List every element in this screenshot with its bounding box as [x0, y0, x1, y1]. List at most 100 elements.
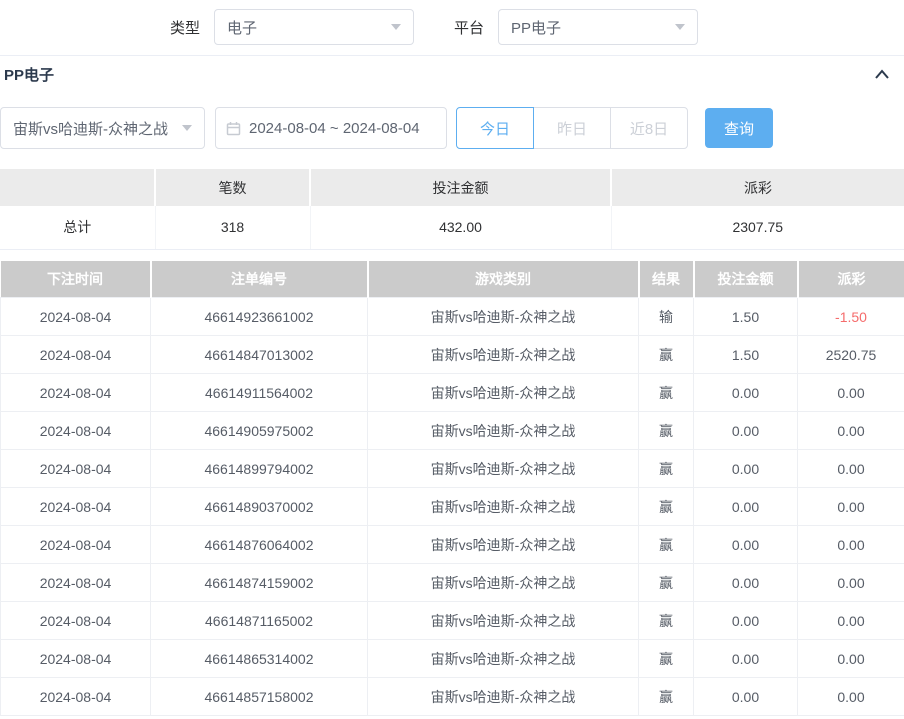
bet-amount-cell: 0.00	[694, 374, 798, 412]
order-no-cell: 46614905975002	[151, 412, 368, 450]
table-row: 2024-08-0446614923661002宙斯vs哈迪斯-众神之战输1.5…	[1, 298, 904, 336]
table-row: 2024-08-0446614911564002宙斯vs哈迪斯-众神之战赢0.0…	[1, 374, 904, 412]
type-select[interactable]: 电子	[214, 9, 414, 45]
game-type-cell: 宙斯vs哈迪斯-众神之战	[368, 678, 639, 716]
section-header: PP电子	[0, 56, 904, 92]
calendar-icon	[226, 121, 241, 136]
order-no-cell: 46614857158002	[151, 678, 368, 716]
collapse-button[interactable]	[874, 68, 890, 80]
bet-amount-cell: 0.00	[694, 488, 798, 526]
yesterday-button[interactable]: 昨日	[533, 107, 611, 149]
summary-header-row: 笔数 投注金额 派彩	[0, 169, 904, 206]
order-no-cell: 46614865314002	[151, 640, 368, 678]
total-count: 318	[155, 206, 310, 249]
payout-cell: 0.00	[798, 412, 904, 450]
result-cell: 赢	[639, 374, 694, 412]
bet-amount-cell: 0.00	[694, 412, 798, 450]
header-game-type: 游戏类别	[368, 261, 639, 298]
date-range-value: 2024-08-04 ~ 2024-08-04	[249, 120, 420, 137]
table-row: 2024-08-0446614865314002宙斯vs哈迪斯-众神之战赢0.0…	[1, 640, 904, 678]
order-no-cell: 46614876064002	[151, 526, 368, 564]
bet-time-cell: 2024-08-04	[1, 678, 151, 716]
bet-time-cell: 2024-08-04	[1, 488, 151, 526]
result-cell: 赢	[639, 678, 694, 716]
bet-time-cell: 2024-08-04	[1, 298, 151, 336]
bets-header-row: 下注时间 注单编号 游戏类别 结果 投注金额 派彩	[1, 261, 904, 298]
order-no-cell: 46614899794002	[151, 450, 368, 488]
last8days-button[interactable]: 近8日	[610, 107, 688, 149]
bet-amount-cell: 0.00	[694, 564, 798, 602]
type-select-value: 电子	[227, 17, 257, 38]
header-result: 结果	[639, 261, 694, 298]
payout-cell: 0.00	[798, 526, 904, 564]
order-no-cell: 46614923661002	[151, 298, 368, 336]
game-type-cell: 宙斯vs哈迪斯-众神之战	[368, 412, 639, 450]
result-cell: 赢	[639, 564, 694, 602]
quick-date-button-group: 今日 昨日 近8日	[456, 107, 688, 149]
order-no-cell: 46614871165002	[151, 602, 368, 640]
game-type-cell: 宙斯vs哈迪斯-众神之战	[368, 526, 639, 564]
result-cell: 赢	[639, 602, 694, 640]
chevron-up-icon	[874, 68, 890, 80]
chevron-down-icon	[391, 24, 401, 30]
summary-header-empty	[0, 169, 155, 206]
payout-cell: 0.00	[798, 488, 904, 526]
filter-row: 宙斯vs哈迪斯-众神之战 2024-08-04 ~ 2024-08-04 今日 …	[0, 107, 904, 149]
payout-cell: 0.00	[798, 564, 904, 602]
bet-amount-cell: 1.50	[694, 298, 798, 336]
game-type-cell: 宙斯vs哈迪斯-众神之战	[368, 602, 639, 640]
table-row: 2024-08-0446614890370002宙斯vs哈迪斯-众神之战赢0.0…	[1, 488, 904, 526]
game-select-value: 宙斯vs哈迪斯-众神之战	[13, 118, 168, 139]
platform-select[interactable]: PP电子	[498, 9, 698, 45]
table-row: 2024-08-0446614876064002宙斯vs哈迪斯-众神之战赢0.0…	[1, 526, 904, 564]
chevron-down-icon	[182, 125, 192, 131]
payout-cell: 0.00	[798, 450, 904, 488]
summary-header-payout: 派彩	[611, 169, 904, 206]
result-cell: 赢	[639, 412, 694, 450]
table-row: 2024-08-0446614905975002宙斯vs哈迪斯-众神之战赢0.0…	[1, 412, 904, 450]
platform-select-value: PP电子	[511, 17, 561, 38]
type-label: 类型	[170, 17, 200, 38]
today-button[interactable]: 今日	[456, 107, 534, 149]
bets-table: 下注时间 注单编号 游戏类别 结果 投注金额 派彩 2024-08-044661…	[0, 261, 904, 717]
payout-cell: 0.00	[798, 602, 904, 640]
table-row: 2024-08-0446614899794002宙斯vs哈迪斯-众神之战赢0.0…	[1, 450, 904, 488]
game-type-cell: 宙斯vs哈迪斯-众神之战	[368, 640, 639, 678]
payout-cell: 0.00	[798, 678, 904, 716]
payout-cell: -1.50	[798, 298, 904, 336]
result-cell: 赢	[639, 488, 694, 526]
bet-time-cell: 2024-08-04	[1, 564, 151, 602]
header-bet-time: 下注时间	[1, 261, 151, 298]
bet-time-cell: 2024-08-04	[1, 602, 151, 640]
table-row: 2024-08-0446614874159002宙斯vs哈迪斯-众神之战赢0.0…	[1, 564, 904, 602]
result-cell: 赢	[639, 336, 694, 374]
bet-amount-cell: 0.00	[694, 640, 798, 678]
section-title: PP电子	[4, 64, 54, 85]
total-payout: 2307.75	[611, 206, 904, 249]
payout-cell: 2520.75	[798, 336, 904, 374]
query-button[interactable]: 查询	[705, 108, 773, 148]
platform-label: 平台	[454, 17, 484, 38]
table-row: 2024-08-0446614847013002宙斯vs哈迪斯-众神之战赢1.5…	[1, 336, 904, 374]
game-select[interactable]: 宙斯vs哈迪斯-众神之战	[0, 107, 205, 149]
game-type-cell: 宙斯vs哈迪斯-众神之战	[368, 374, 639, 412]
summary-header-count: 笔数	[155, 169, 310, 206]
bet-amount-cell: 0.00	[694, 526, 798, 564]
bet-time-cell: 2024-08-04	[1, 336, 151, 374]
bet-time-cell: 2024-08-04	[1, 412, 151, 450]
game-type-cell: 宙斯vs哈迪斯-众神之战	[368, 488, 639, 526]
date-range-input[interactable]: 2024-08-04 ~ 2024-08-04	[215, 107, 447, 149]
summary-table: 笔数 投注金额 派彩 总计 318 432.00 2307.75	[0, 169, 904, 250]
bet-time-cell: 2024-08-04	[1, 640, 151, 678]
order-no-cell: 46614847013002	[151, 336, 368, 374]
bet-time-cell: 2024-08-04	[1, 526, 151, 564]
order-no-cell: 46614874159002	[151, 564, 368, 602]
platform-section: PP电子 宙斯vs哈迪斯-众神之战 2024-08-04 ~ 2024-08-0…	[0, 55, 904, 716]
bet-time-cell: 2024-08-04	[1, 374, 151, 412]
bets-table-body: 2024-08-0446614923661002宙斯vs哈迪斯-众神之战输1.5…	[1, 298, 904, 716]
payout-cell: 0.00	[798, 374, 904, 412]
bet-amount-cell: 0.00	[694, 602, 798, 640]
summary-total-row: 总计 318 432.00 2307.75	[0, 206, 904, 249]
header-order-no: 注单编号	[151, 261, 368, 298]
chevron-down-icon	[675, 24, 685, 30]
